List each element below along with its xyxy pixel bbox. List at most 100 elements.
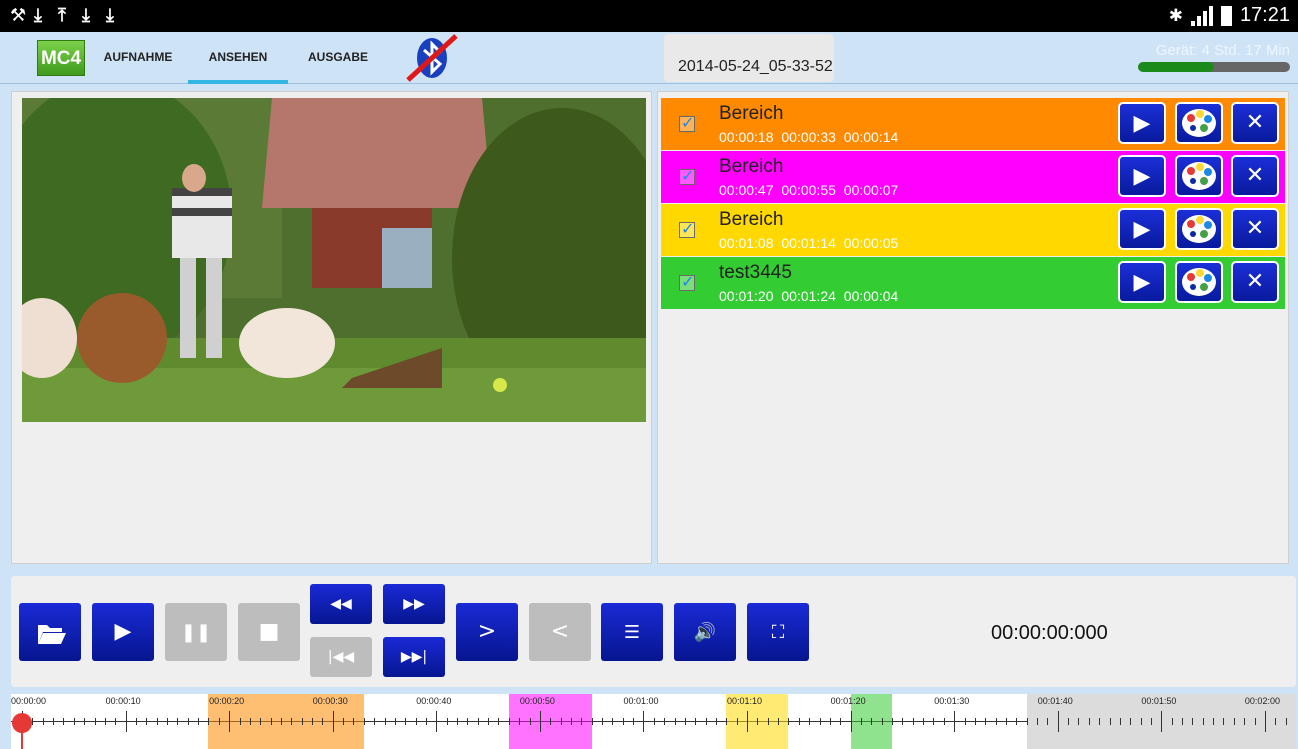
play-button[interactable]: ▶ — [92, 603, 154, 661]
segment-play-button[interactable]: ▶ — [1118, 261, 1166, 303]
rewind-button[interactable]: ◀◀ — [310, 584, 372, 624]
segment-color-button[interactable] — [1175, 155, 1223, 197]
skip-to-end-button[interactable]: ▶▶| — [383, 637, 445, 677]
notification-icons: ⚒ ⤓ ⤒ ⤓ ⤓ — [10, 6, 124, 26]
fast-forward-button[interactable]: ▶▶ — [383, 584, 445, 624]
segment-duration: 00:00:14 — [843, 129, 899, 145]
segment-checkbox[interactable] — [679, 166, 695, 185]
signal-icon — [1190, 5, 1213, 26]
segment-duration: 00:00:07 — [843, 182, 899, 198]
timecode-display: 00:00:00:000 — [991, 622, 1108, 644]
timeline-tick — [1130, 718, 1132, 725]
timeline-tick — [1099, 718, 1101, 725]
skip-end-icon: ▶▶| — [400, 649, 428, 665]
timeline-tick — [892, 718, 894, 725]
list-button[interactable]: ☰ — [601, 603, 663, 661]
next-button[interactable]: > — [456, 603, 518, 661]
timeline-tick — [684, 718, 686, 725]
timeline-tick — [985, 718, 987, 725]
palette-icon — [1182, 109, 1216, 137]
timeline-tick — [757, 718, 759, 725]
stop-button[interactable]: ■ — [238, 603, 300, 661]
list-item[interactable]: Bereich 00:00:47 00:00:55 00:00:07 ▶ ✕ — [661, 151, 1285, 203]
timeline-tick — [508, 718, 510, 725]
timeline-label: 00:01:40 — [1037, 696, 1073, 706]
skip-to-start-button[interactable]: |◀◀ — [310, 637, 372, 677]
timeline-tick — [363, 718, 365, 725]
list-item[interactable]: Bereich 00:00:18 00:00:33 00:00:14 ▶ ✕ — [661, 98, 1285, 150]
previous-button[interactable]: < — [529, 603, 591, 661]
segment-play-button[interactable]: ▶ — [1118, 208, 1166, 250]
timeline-tick — [270, 718, 272, 725]
timeline-tick — [622, 718, 624, 725]
segment-delete-button[interactable]: ✕ — [1231, 261, 1279, 303]
segment-delete-button[interactable]: ✕ — [1231, 208, 1279, 250]
tab-ansehen[interactable]: ANSEHEN — [188, 32, 288, 84]
playhead-handle[interactable] — [12, 713, 32, 733]
timeline-tick — [1026, 718, 1028, 725]
clock: 17:21 — [1239, 4, 1290, 26]
segment-play-button[interactable]: ▶ — [1118, 102, 1166, 144]
timeline-tick — [674, 718, 676, 725]
segment-play-button[interactable]: ▶ — [1118, 155, 1166, 197]
volume-button[interactable]: 🔊 — [674, 603, 736, 661]
usb-debug-icon: ⚒ — [10, 5, 27, 26]
timeline-tick — [322, 718, 324, 725]
bluetooth-disabled-icon[interactable] — [404, 32, 460, 84]
timeline-tick — [63, 718, 65, 725]
fullscreen-button[interactable]: ⛶ — [747, 603, 809, 661]
timeline-tick — [436, 711, 438, 732]
palette-icon — [1182, 162, 1216, 190]
timeline-label: 00:01:50 — [1141, 696, 1177, 706]
video-player[interactable] — [22, 98, 646, 422]
segment-color-button[interactable] — [1175, 208, 1223, 250]
segment-checkbox[interactable] — [679, 219, 695, 238]
timeline-tick — [933, 718, 935, 725]
timeline-tick — [1150, 718, 1152, 725]
open-folder-button[interactable] — [19, 603, 81, 661]
action-bar: MC4 AUFNAHME ANSEHEN AUSGABE 2014-05-24_… — [0, 32, 1298, 84]
timeline-tick — [591, 718, 593, 725]
timeline-tick — [1161, 711, 1163, 732]
tab-aufnahme[interactable]: AUFNAHME — [98, 32, 178, 84]
download-icon: ⤓ — [106, 5, 114, 26]
timeline-tick — [1140, 718, 1142, 725]
timeline-tick — [1254, 718, 1256, 725]
segment-checkbox[interactable] — [679, 113, 695, 132]
timeline-tick — [239, 718, 241, 725]
chevron-right-icon: > — [477, 619, 497, 644]
timeline-tick — [612, 718, 614, 725]
list-item[interactable]: test3445 00:01:20 00:01:24 00:00:04 ▶ ✕ — [661, 257, 1285, 309]
segment-checkbox[interactable] — [679, 272, 695, 291]
pause-button[interactable]: ❚❚ — [165, 603, 227, 661]
volume-icon: 🔊 — [693, 622, 717, 643]
timeline-tick — [249, 718, 251, 725]
playback-controls: ▶ ❚❚ ■ ◀◀ ▶▶ |◀◀ ▶▶| > < ☰ 🔊 ⛶ 00:00:00:… — [11, 576, 1296, 687]
video-frame — [22, 98, 646, 422]
timeline-tick — [715, 718, 717, 725]
timeline-tick — [208, 718, 210, 725]
timeline-tick — [819, 718, 821, 725]
timeline-tick — [280, 718, 282, 725]
timeline-tick — [1275, 718, 1277, 725]
fast-forward-icon: ▶▶ — [403, 596, 425, 612]
segment-name: Bereich — [719, 156, 784, 177]
timeline[interactable]: 00:00:00 00:00:10 00:00:20 00:00:30 00:00:40… — [11, 694, 1296, 749]
segment-list: Bereich 00:00:18 00:00:33 00:00:14 ▶ ✕ B… — [657, 91, 1289, 564]
timeline-label: 00:01:10 — [727, 696, 763, 706]
timeline-tick — [115, 718, 117, 725]
tab-ausgabe[interactable]: AUSGABE — [300, 32, 376, 84]
timeline-tick — [1068, 718, 1070, 725]
timeline-label: 00:00:20 — [209, 696, 245, 706]
timeline-tick — [167, 718, 168, 725]
segment-color-button[interactable] — [1175, 261, 1223, 303]
timeline-tick — [995, 718, 997, 725]
segment-delete-button[interactable]: ✕ — [1231, 155, 1279, 197]
timeline-tick — [1202, 718, 1204, 725]
download-icon: ⤓ — [34, 5, 42, 26]
timeline-tick — [881, 718, 883, 725]
segment-color-button[interactable] — [1175, 102, 1223, 144]
segment-delete-button[interactable]: ✕ — [1231, 102, 1279, 144]
list-item[interactable]: Bereich 00:01:08 00:01:14 00:00:05 ▶ ✕ — [661, 204, 1285, 256]
playhead-line — [21, 732, 23, 749]
